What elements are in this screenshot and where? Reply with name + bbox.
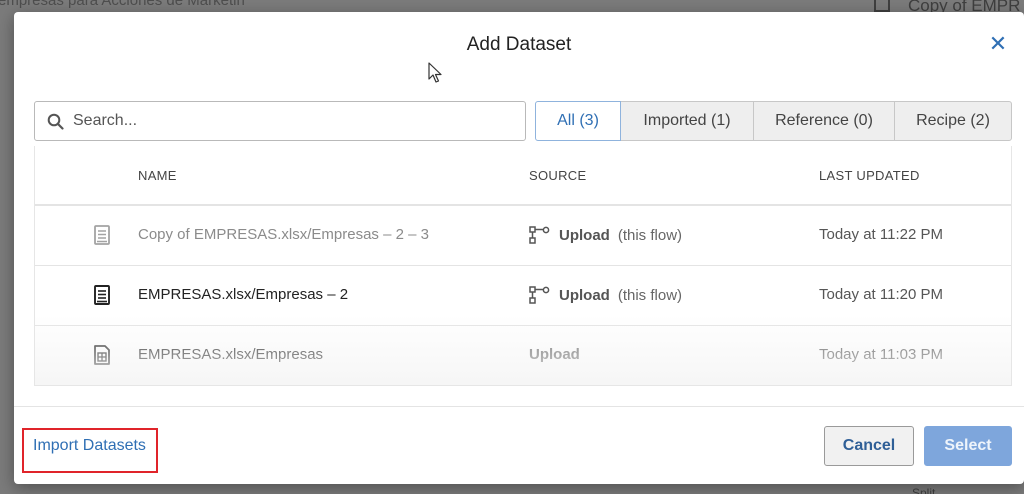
source-type: Upload	[559, 226, 610, 244]
spreadsheet-icon	[94, 345, 110, 365]
tab-reference[interactable]: Reference (0)	[753, 101, 895, 141]
last-updated: Today at 11:20 PM	[819, 286, 943, 303]
dataset-name: EMPRESAS.xlsx/Empresas	[138, 346, 324, 363]
add-dataset-dialog: Add Dataset ✕ All (3) Imported (1) Refer…	[14, 12, 1024, 484]
dataset-icon	[94, 285, 110, 305]
background-title: empresas para Acciones de Marketin	[0, 0, 245, 9]
dataset-icon	[94, 225, 110, 245]
dataset-name: Copy of EMPRESAS.xlsx/Empresas – 2 – 3	[138, 226, 429, 243]
dialog-title: Add Dataset	[466, 34, 572, 55]
cancel-button[interactable]: Cancel	[824, 426, 914, 466]
dataset-source: Upload	[529, 346, 580, 363]
last-updated: Today at 11:22 PM	[819, 226, 943, 243]
table-row[interactable]: EMPRESAS.xlsx/Empresas – 2 Upload (this …	[35, 266, 1011, 326]
column-header-last-updated[interactable]: LAST UPDATED	[819, 168, 920, 183]
import-datasets-link[interactable]: Import Datasets	[33, 437, 146, 455]
last-updated: Today at 11:03 PM	[819, 346, 943, 363]
table-row[interactable]: Copy of EMPRESAS.xlsx/Empresas – 2 – 3 U…	[35, 206, 1011, 266]
tab-recipe[interactable]: Recipe (2)	[894, 101, 1012, 141]
dataset-source: Upload (this flow)	[529, 286, 682, 304]
dataset-filter-tabs: All (3) Imported (1) Reference (0) Recip…	[535, 101, 1012, 141]
close-icon[interactable]: ✕	[986, 32, 1010, 56]
column-header-source[interactable]: SOURCE	[529, 168, 586, 183]
dataset-source: Upload (this flow)	[529, 226, 682, 244]
tab-all[interactable]: All (3)	[535, 101, 621, 141]
column-header-name[interactable]: NAME	[138, 168, 177, 183]
background-split-label: Split	[912, 486, 936, 494]
dataset-name: EMPRESAS.xlsx/Empresas – 2	[138, 286, 349, 303]
source-type: Upload	[559, 286, 610, 304]
source-detail: (this flow)	[617, 226, 683, 244]
flow-icon	[529, 226, 550, 244]
source-type: Upload	[529, 346, 580, 363]
mouse-cursor-icon	[428, 62, 442, 83]
source-detail: (this flow)	[617, 286, 683, 304]
flow-icon	[529, 286, 550, 304]
tab-imported[interactable]: Imported (1)	[620, 101, 754, 141]
datasets-table: NAME SOURCE LAST UPDATED Copy of EMPRESA…	[34, 146, 1012, 386]
search-input[interactable]	[73, 102, 513, 140]
background-list-icon	[874, 0, 890, 12]
table-header: NAME SOURCE LAST UPDATED	[35, 146, 1011, 206]
table-row[interactable]: EMPRESAS.xlsx/Empresas Upload Today at 1…	[35, 326, 1011, 385]
search-field[interactable]	[34, 101, 526, 141]
select-button[interactable]: Select	[924, 426, 1012, 466]
search-icon	[47, 113, 64, 130]
footer-divider	[14, 406, 1024, 407]
